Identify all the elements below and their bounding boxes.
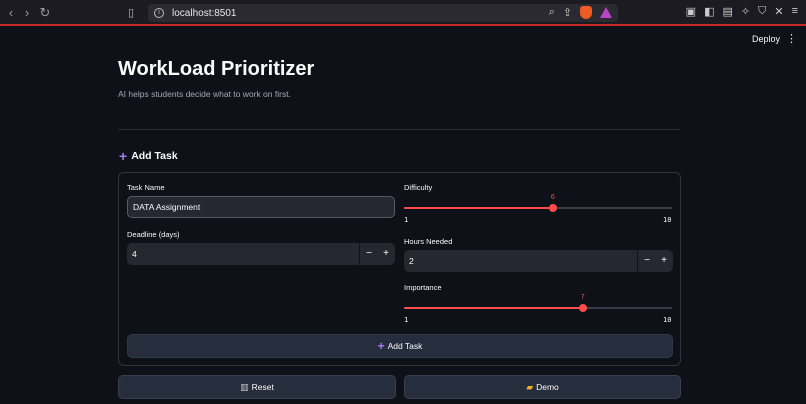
page-title: WorkLoad Prioritizer bbox=[118, 58, 315, 80]
task-name-label: Task Name bbox=[127, 183, 165, 192]
folder-icon: ▰ bbox=[526, 381, 534, 392]
menu-icon[interactable]: ≡ bbox=[792, 5, 798, 18]
hours-value[interactable]: 2 bbox=[409, 250, 414, 272]
extension-icon[interactable]: ✕ bbox=[774, 5, 783, 18]
importance-slider[interactable]: 7 bbox=[404, 294, 672, 312]
brave-rewards-icon[interactable] bbox=[600, 7, 612, 18]
forward-icon[interactable]: › bbox=[18, 5, 36, 20]
hours-minus-button[interactable]: − bbox=[638, 250, 656, 272]
importance-value: 7 bbox=[580, 294, 585, 301]
importance-label: Importance bbox=[404, 283, 442, 292]
hours-stepper[interactable]: 2 − + bbox=[404, 250, 673, 272]
difficulty-slider-thumb[interactable] bbox=[548, 204, 557, 212]
site-info-icon[interactable]: i bbox=[154, 8, 164, 18]
deadline-plus-button[interactable]: + bbox=[377, 243, 395, 265]
deadline-value[interactable]: 4 bbox=[132, 243, 137, 265]
difficulty-slider-fill bbox=[404, 207, 553, 209]
reset-button[interactable]: ▥ Reset bbox=[118, 375, 396, 399]
reload-icon[interactable]: ↻ bbox=[36, 5, 54, 21]
difficulty-max: 10 bbox=[663, 216, 672, 224]
difficulty-value: 6 bbox=[550, 194, 555, 201]
add-task-button-label: Add Task bbox=[387, 341, 423, 351]
deadline-stepper[interactable]: 4 − + bbox=[127, 243, 395, 265]
importance-slider-fill bbox=[404, 307, 583, 309]
demo-button-label: Demo bbox=[536, 382, 559, 392]
difficulty-min: 1 bbox=[404, 216, 409, 224]
wallet-icon[interactable]: ▤ bbox=[722, 5, 732, 18]
zoom-icon[interactable]: ⌕ bbox=[549, 6, 555, 19]
brave-shield-icon[interactable] bbox=[580, 6, 592, 19]
importance-slider-thumb[interactable] bbox=[578, 304, 587, 312]
section-heading-text: Add Task bbox=[131, 150, 178, 162]
deploy-button[interactable]: Deploy bbox=[752, 34, 780, 44]
leo-icon[interactable]: ✧ bbox=[741, 5, 750, 18]
plus-icon: + bbox=[119, 148, 128, 164]
reset-button-label: Reset bbox=[251, 382, 274, 392]
browser-toolbar: ‹ › ↻ ▯ i localhost:8501 ⌕ ⇪ ▣ ◧ ▤ ✧ ⛉ ✕… bbox=[0, 0, 806, 26]
reader-icon[interactable]: ▣ bbox=[686, 5, 696, 18]
deadline-minus-button[interactable]: − bbox=[360, 243, 378, 265]
plus-icon: + bbox=[377, 339, 385, 353]
trash-icon: ▥ bbox=[240, 381, 249, 392]
difficulty-slider[interactable]: 6 bbox=[404, 194, 672, 212]
bookmark-icon[interactable]: ▯ bbox=[128, 6, 134, 19]
add-task-button[interactable]: + Add Task bbox=[127, 334, 673, 358]
deadline-label: Deadline (days) bbox=[127, 230, 180, 239]
sidebar-icon[interactable]: ◧ bbox=[704, 5, 714, 18]
vpn-icon[interactable]: ⛉ bbox=[758, 5, 766, 18]
importance-max: 10 bbox=[663, 316, 672, 324]
divider bbox=[118, 129, 680, 130]
hours-plus-button[interactable]: + bbox=[655, 250, 673, 272]
address-bar[interactable]: i localhost:8501 ⌕ ⇪ bbox=[148, 4, 618, 22]
section-heading: + Add Task bbox=[119, 148, 178, 164]
difficulty-label: Difficulty bbox=[404, 183, 433, 192]
url-text: localhost:8501 bbox=[172, 7, 237, 19]
page-subtitle: AI helps students decide what to work on… bbox=[118, 89, 291, 99]
main-menu-icon[interactable]: ⋮ bbox=[786, 32, 797, 45]
share-icon[interactable]: ⇪ bbox=[563, 6, 572, 19]
importance-min: 1 bbox=[404, 316, 409, 324]
hours-label: Hours Needed bbox=[404, 237, 453, 246]
demo-button[interactable]: ▰ Demo bbox=[404, 375, 681, 399]
task-name-input[interactable]: DATA Assignment bbox=[127, 196, 395, 218]
